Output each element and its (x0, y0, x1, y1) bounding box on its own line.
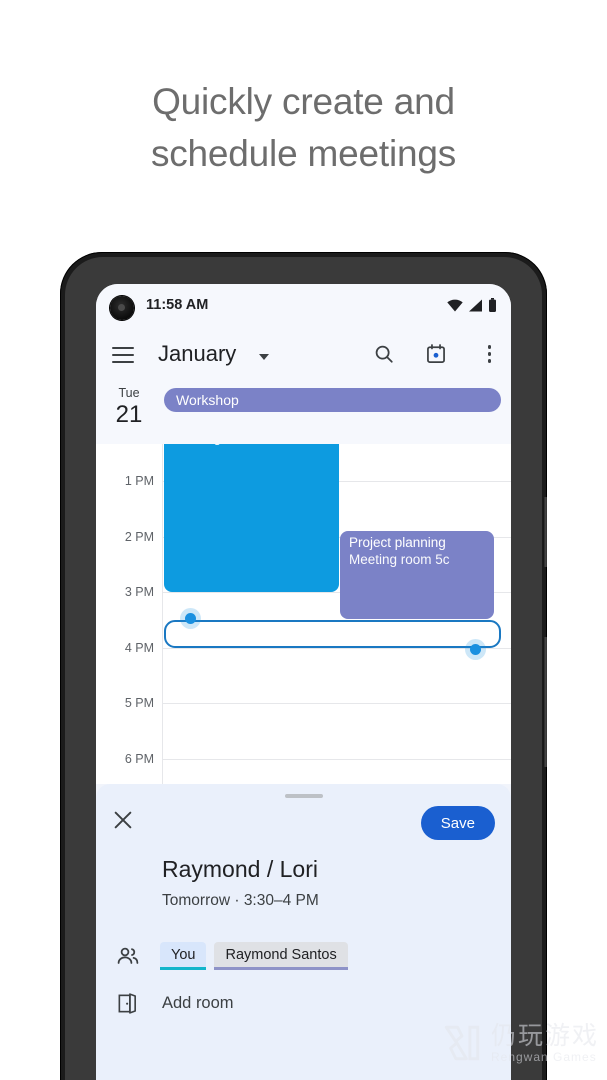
add-room-label[interactable]: Add room (162, 994, 234, 1013)
event-bottom-sheet: Save Raymond / Lori Tomorrow · 3:30–4 PM… (96, 784, 511, 1080)
draft-resize-handle-end[interactable] (470, 644, 481, 655)
month-label[interactable]: January (158, 341, 236, 367)
status-icons (447, 298, 497, 312)
save-button[interactable]: Save (420, 806, 495, 840)
chevron-down-icon[interactable] (259, 354, 269, 360)
signal-icon (469, 299, 482, 311)
grid-vertical-divider (162, 444, 163, 784)
draft-event-block[interactable] (164, 613, 501, 655)
battery-icon (489, 298, 496, 312)
front-camera-icon (110, 296, 134, 320)
wifi-icon (447, 299, 463, 311)
power-button[interactable] (543, 497, 547, 567)
status-bar: 11:58 AM (96, 284, 511, 330)
phone-screen: 11:58 AM January Tue 21 Workshop 1 PM 2 … (96, 284, 511, 1080)
date-column[interactable]: Tue 21 (96, 382, 162, 429)
more-vertical-icon[interactable] (487, 345, 491, 363)
guest-chip-list: You Raymond Santos (160, 942, 348, 970)
event-meeting-room-4a[interactable]: Meeting room 4a (164, 444, 339, 592)
sheet-drag-handle[interactable] (284, 794, 323, 798)
event-title: Raymond / Lori (162, 856, 318, 882)
day-header-row: Tue 21 Workshop (96, 382, 511, 444)
calendar-today-icon[interactable] (425, 343, 447, 365)
search-icon[interactable] (373, 343, 395, 365)
calendar-grid[interactable]: 1 PM 2 PM 3 PM 4 PM 5 PM 6 PM Meeting ro… (96, 444, 511, 784)
day-number: 21 (115, 401, 143, 428)
event-project-planning[interactable]: Project planning Meeting room 5c (340, 531, 494, 619)
hour-label: 6 PM (124, 752, 154, 766)
people-icon (117, 947, 139, 964)
door-room-icon (118, 993, 136, 1014)
all-day-event-workshop[interactable]: Workshop (164, 388, 501, 412)
headline-line-1: Quickly create and (152, 81, 455, 122)
hour-label: 4 PM (124, 641, 154, 655)
volume-button[interactable] (543, 637, 547, 767)
event-datetime: Tomorrow · 3:30–4 PM (162, 892, 319, 909)
close-icon[interactable] (112, 809, 134, 831)
phone-mockup: 11:58 AM January Tue 21 Workshop 1 PM 2 … (60, 252, 547, 1080)
day-of-week: Tue (118, 386, 140, 400)
hour-line (162, 648, 511, 649)
app-bar: January (96, 330, 511, 382)
event-location: Meeting room 4a (173, 444, 331, 446)
guest-chip-raymond-santos[interactable]: Raymond Santos (214, 942, 348, 970)
guest-chip-label: Raymond Santos (225, 946, 337, 963)
headline-line-2: schedule meetings (150, 133, 457, 174)
event-location: Meeting room 5c (349, 552, 450, 567)
hour-line (162, 703, 511, 704)
status-time: 11:58 AM (146, 297, 209, 313)
screenshot-root: Quickly create and schedule meetings 11:… (0, 0, 607, 1080)
all-day-event-label: Workshop (176, 392, 239, 408)
hour-line (162, 759, 511, 760)
hour-label: 3 PM (124, 585, 154, 599)
hour-label: 2 PM (124, 530, 154, 544)
page-title: Quickly create and schedule meetings (0, 76, 607, 180)
hour-label: 1 PM (124, 474, 154, 488)
guest-chip-label: You (171, 946, 196, 963)
draft-resize-handle-start[interactable] (185, 613, 196, 624)
event-title: Project planning (349, 535, 446, 550)
guest-chip-you[interactable]: You (160, 942, 207, 970)
hamburger-menu-icon[interactable] (112, 347, 134, 363)
hour-label: 5 PM (124, 696, 154, 710)
